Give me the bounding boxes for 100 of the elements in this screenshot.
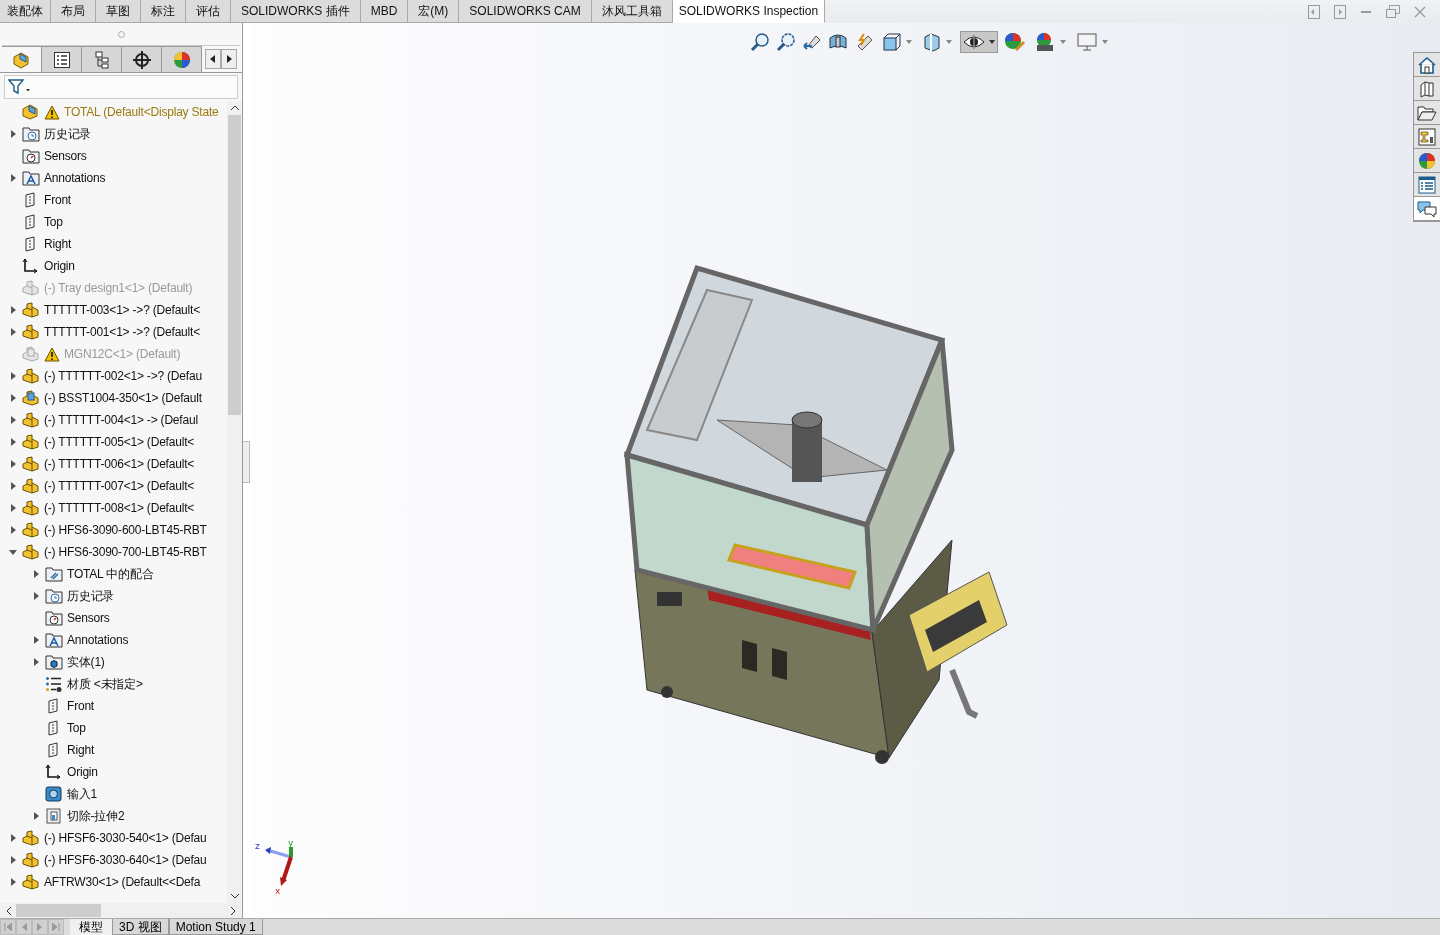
expand-arrow-icon[interactable] (9, 460, 17, 468)
tree-item[interactable]: Sensors (44, 149, 87, 163)
home-tab[interactable] (1414, 53, 1440, 77)
expand-arrow-icon[interactable] (32, 658, 40, 666)
zoom-area-icon[interactable] (776, 32, 796, 52)
command-tab[interactable]: 装配体 (0, 0, 51, 23)
panel-collapse-handle[interactable] (243, 441, 250, 483)
view-orientation-icon[interactable] (882, 32, 902, 52)
command-tab[interactable]: 布局 (51, 0, 96, 23)
model-tab[interactable]: 3D 视图 (112, 919, 169, 935)
appearances-tab[interactable] (1414, 149, 1440, 173)
tree-item[interactable]: TOTAL 中的配合 (67, 565, 154, 583)
expand-arrow-icon[interactable] (9, 856, 17, 864)
scroll-right-icon[interactable] (230, 906, 236, 915)
scroll-left-button[interactable] (205, 49, 221, 69)
expand-arrow-icon[interactable] (9, 372, 17, 380)
properties-tab[interactable] (1414, 173, 1440, 197)
tree-item[interactable]: (-) HFS6-3090-700-LBT45-RBT (44, 545, 207, 559)
command-tab[interactable]: 标注 (141, 0, 186, 23)
expand-arrow-icon[interactable] (9, 834, 17, 842)
scroll-left-icon[interactable] (6, 906, 12, 915)
command-tab[interactable]: SOLIDWORKS CAM (459, 0, 592, 23)
property-manager-tab[interactable] (42, 46, 82, 72)
expand-arrow-icon[interactable] (32, 636, 40, 644)
tree-item[interactable]: (-) TTTTTT-004<1> -> (Defaul (44, 413, 198, 427)
feature-manager-tab[interactable] (2, 46, 42, 72)
tree-item[interactable]: Origin (44, 259, 75, 273)
tree-item[interactable]: (-) HFS6-3090-600-LBT45-RBT (44, 523, 207, 537)
expand-arrow-icon[interactable] (32, 812, 40, 820)
caret-icon[interactable] (1060, 40, 1066, 44)
tree-item[interactable]: Top (67, 721, 86, 735)
tree-item[interactable]: (-) TTTTTT-006<1> (Default< (44, 457, 195, 471)
tree-item[interactable]: TTTTTT-003<1> ->? (Default< (44, 303, 200, 317)
command-tab[interactable]: 沐风工具箱 (591, 0, 673, 23)
tree-item[interactable]: TOTAL (Default<Display State (64, 105, 219, 119)
scroll-down-icon[interactable] (230, 893, 239, 899)
tree-item[interactable]: (-) TTTTTT-007<1> (Default< (44, 479, 195, 493)
tree-item[interactable]: (-) BSST1004-350<1> (Default (44, 391, 202, 405)
explorer-tab[interactable] (1414, 101, 1440, 125)
expand-arrow-icon[interactable] (9, 438, 17, 446)
tree-item[interactable]: Sensors (67, 611, 110, 625)
filter-icon[interactable] (8, 79, 32, 95)
command-tab[interactable]: 宏(M) (408, 0, 460, 23)
expand-arrow-icon[interactable] (9, 504, 17, 512)
command-tab[interactable]: SOLIDWORKS 插件 (231, 0, 361, 23)
expand-arrow-icon[interactable] (32, 592, 40, 600)
tree-item[interactable]: 实体(1) (67, 653, 105, 671)
tree-item[interactable]: Annotations (67, 633, 129, 647)
section-view-icon[interactable] (828, 32, 848, 52)
command-tab[interactable]: MBD (360, 0, 409, 23)
expand-arrow-icon[interactable] (9, 328, 17, 336)
scene-icon[interactable] (1034, 32, 1056, 52)
tree-item[interactable]: AFTRW30<1> (Default<<Defa (44, 875, 201, 889)
hide-show-button[interactable] (960, 31, 998, 53)
caret-icon[interactable] (906, 40, 912, 44)
palette-tab[interactable] (1414, 125, 1440, 149)
tree-item[interactable]: (-) TTTTTT-002<1> ->? (Defau (44, 369, 202, 383)
tree-item[interactable]: (-) HFSF6-3030-540<1> (Defau (44, 831, 207, 845)
display-style-icon[interactable] (922, 32, 942, 52)
command-tab[interactable]: SOLIDWORKS Inspection (672, 0, 826, 23)
expand-arrow-icon[interactable] (9, 306, 17, 314)
command-tab[interactable]: 评估 (186, 0, 231, 23)
tree-item[interactable]: (-) TTTTTT-005<1> (Default< (44, 435, 195, 449)
tree-item[interactable]: TTTTTT-001<1> ->? (Default< (44, 325, 200, 339)
tree-item[interactable]: Top (44, 215, 63, 229)
model-tab[interactable]: Motion Study 1 (168, 919, 263, 935)
dimxpert-tab[interactable] (122, 46, 162, 72)
caret-icon[interactable] (1102, 40, 1108, 44)
collapse-arrow-icon[interactable] (9, 548, 17, 556)
expand-arrow-icon[interactable] (32, 570, 40, 578)
scroll-right-button[interactable] (221, 49, 237, 69)
scrollbar-thumb[interactable] (228, 115, 241, 415)
expand-arrow-icon[interactable] (9, 130, 17, 138)
expand-arrow-icon[interactable] (9, 526, 17, 534)
tree-item[interactable]: 历史记录 (67, 587, 115, 605)
expand-arrow-icon[interactable] (9, 174, 17, 182)
expand-arrow-icon[interactable] (9, 394, 17, 402)
scroll-up-icon[interactable] (230, 105, 239, 111)
caret-icon[interactable] (946, 40, 952, 44)
expand-arrow-icon[interactable] (9, 878, 17, 886)
tree-item[interactable]: Annotations (44, 171, 106, 185)
edit-appearance-icon[interactable] (1004, 32, 1026, 52)
tree-item[interactable]: 材质 <未指定> (67, 675, 143, 693)
tree-item[interactable]: Front (44, 193, 71, 207)
zoom-to-fit-icon[interactable] (750, 32, 770, 52)
tree-item[interactable]: Right (44, 237, 71, 251)
command-tab[interactable]: 草图 (96, 0, 141, 23)
tree-item[interactable]: 输入1 (67, 785, 98, 803)
model-tab[interactable]: 模型 (70, 919, 112, 935)
tree-item[interactable]: Origin (67, 765, 98, 779)
tree-item[interactable]: 历史记录 (44, 125, 92, 143)
tree-item[interactable]: (-) TTTTTT-008<1> (Default< (44, 501, 195, 515)
forum-tab[interactable] (1414, 197, 1440, 221)
scrollbar-thumb[interactable] (16, 904, 101, 917)
library-tab[interactable] (1414, 77, 1440, 101)
expand-arrow-icon[interactable] (9, 482, 17, 490)
display-manager-tab[interactable] (162, 46, 202, 72)
tree-item[interactable]: (-) HFSF6-3030-640<1> (Defau (44, 853, 207, 867)
tree-item[interactable]: 切除-拉伸2 (67, 807, 125, 825)
tree-item[interactable]: Front (67, 699, 94, 713)
